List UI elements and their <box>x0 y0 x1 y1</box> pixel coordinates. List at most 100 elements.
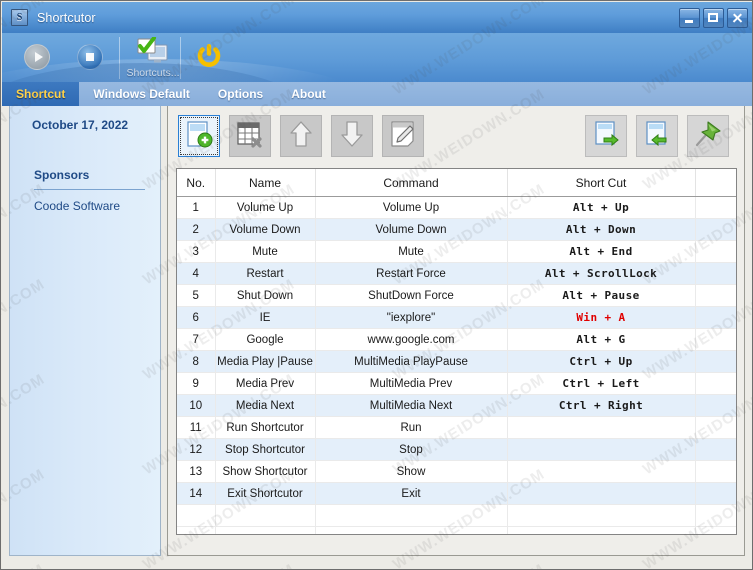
table-row[interactable]: 9 Media Prev MultiMedia Prev Ctrl + Left <box>177 372 736 395</box>
table: No. Name Command Short Cut 1 Volume Up Vol… <box>177 169 736 534</box>
table-row[interactable]: 8 Media Play |Pause MultiMedia PlayPause Ct… <box>177 350 736 373</box>
cell-name: Restart <box>215 262 316 285</box>
cell-empty <box>177 504 216 527</box>
table-row[interactable]: 14 Exit Shortcutor Exit <box>177 482 736 505</box>
power-button[interactable] <box>195 42 223 72</box>
table-row-empty[interactable] <box>177 504 736 527</box>
cell-no: 5 <box>177 284 216 307</box>
arrow-down-icon <box>337 119 367 154</box>
tab-options[interactable]: Options <box>204 82 277 106</box>
column-header-no[interactable]: No. <box>177 169 216 197</box>
cell-name: Volume Up <box>215 196 316 219</box>
cell-shortcut: Ctrl + Up <box>507 350 696 373</box>
sidebar-date: October 17, 2022 <box>32 118 129 132</box>
cell-name: Stop Shortcutor <box>215 438 316 461</box>
table-row[interactable]: 12 Stop Shortcutor Stop <box>177 438 736 461</box>
cell-no: 2 <box>177 218 216 241</box>
cell-command: Show <box>315 460 508 483</box>
cell-command: www.google.com <box>315 328 508 351</box>
ribbon-toolbar: Shortcuts... <box>2 33 752 82</box>
cell-name: Media Play |Pause <box>215 350 316 373</box>
cell-extra <box>695 350 736 373</box>
cell-name: Google <box>215 328 316 351</box>
cell-extra <box>695 218 736 241</box>
table-row[interactable]: 11 Run Shortcutor Run <box>177 416 736 439</box>
table-row[interactable]: 3 Mute Mute Alt + End <box>177 240 736 263</box>
cell-command: Restart Force <box>315 262 508 285</box>
cell-shortcut: Alt + Pause <box>507 284 696 307</box>
cell-no: 9 <box>177 372 216 395</box>
move-up-button[interactable] <box>280 115 322 157</box>
cell-no: 13 <box>177 460 216 483</box>
run-button[interactable] <box>24 44 50 72</box>
table-row[interactable]: 7 Google www.google.com Alt + G <box>177 328 736 351</box>
cell-command: Volume Down <box>315 218 508 241</box>
cell-command: MultiMedia Prev <box>315 372 508 395</box>
new-page-plus-icon <box>184 119 214 154</box>
move-down-button[interactable] <box>331 115 373 157</box>
table-header-row: No. Name Command Short Cut <box>177 169 736 197</box>
cell-command: Exit <box>315 482 508 505</box>
cell-extra <box>695 240 736 263</box>
cell-empty <box>215 526 316 534</box>
cell-no: 12 <box>177 438 216 461</box>
export-button[interactable] <box>585 115 627 157</box>
cell-no: 3 <box>177 240 216 263</box>
table-row[interactable]: 13 Show Shortcutor Show <box>177 460 736 483</box>
cell-empty <box>695 504 736 527</box>
import-button[interactable] <box>636 115 678 157</box>
table-row[interactable]: 4 Restart Restart Force Alt + ScrollLock <box>177 262 736 285</box>
cell-command: MultiMedia PlayPause <box>315 350 508 373</box>
cell-empty <box>507 526 696 534</box>
pin-button[interactable] <box>687 115 729 157</box>
table-row-empty[interactable] <box>177 526 736 534</box>
window-title: Shortcutor <box>37 10 96 25</box>
cell-extra <box>695 284 736 307</box>
close-button[interactable] <box>727 8 748 28</box>
title-bar: S Shortcutor <box>2 2 752 33</box>
cell-shortcut: Ctrl + Left <box>507 372 696 395</box>
cell-shortcut: Alt + G <box>507 328 696 351</box>
cell-shortcut: Alt + ScrollLock <box>507 262 696 285</box>
cell-extra <box>695 196 736 219</box>
column-header-name[interactable]: Name <box>215 169 316 197</box>
table-row[interactable]: 6 IE "iexplore" Win + A <box>177 306 736 329</box>
cell-command: Stop <box>315 438 508 461</box>
cell-extra <box>695 306 736 329</box>
cell-empty <box>315 526 508 534</box>
tab-windows-default[interactable]: Windows Default <box>79 82 204 106</box>
cell-shortcut: Alt + End <box>507 240 696 263</box>
cell-command: Volume Up <box>315 196 508 219</box>
stop-icon <box>77 44 103 70</box>
table-row[interactable]: 10 Media Next MultiMedia Next Ctrl + Right <box>177 394 736 417</box>
cell-extra <box>695 372 736 395</box>
table-row[interactable]: 2 Volume Down Volume Down Alt + Down <box>177 218 736 241</box>
table-row[interactable]: 5 Shut Down ShutDown Force Alt + Pause <box>177 284 736 307</box>
minimize-button[interactable] <box>679 8 700 28</box>
column-header-shortcut[interactable]: Short Cut <box>507 169 696 197</box>
table-row[interactable]: 1 Volume Up Volume Up Alt + Up <box>177 196 736 219</box>
maximize-button[interactable] <box>703 8 724 28</box>
application-window: S Shortcutor Shortcuts... Shortcut Windo… <box>0 0 753 570</box>
column-header-extra[interactable] <box>695 169 736 197</box>
cell-command: MultiMedia Next <box>315 394 508 417</box>
shortcuts-button[interactable]: Shortcuts... <box>126 36 180 79</box>
cell-command: Mute <box>315 240 508 263</box>
content-area: October 17, 2022 Sponsors Coode Software <box>2 106 752 569</box>
column-header-command[interactable]: Command <box>315 169 508 197</box>
shortcut-table[interactable]: No. Name Command Short Cut 1 Volume Up Vol… <box>176 168 737 535</box>
edit-shortcut-button[interactable] <box>382 115 424 157</box>
tab-shortcut[interactable]: Shortcut <box>2 82 80 106</box>
add-shortcut-button[interactable] <box>178 115 220 157</box>
pushpin-icon <box>693 119 723 154</box>
cell-name: IE <box>215 306 316 329</box>
cell-shortcut: Alt + Down <box>507 218 696 241</box>
sidebar-sponsors-heading: Sponsors <box>34 168 90 182</box>
delete-shortcut-button[interactable] <box>229 115 271 157</box>
cell-shortcut <box>507 416 696 439</box>
cell-extra <box>695 262 736 285</box>
sidebar-sponsor-link[interactable]: Coode Software <box>34 199 120 213</box>
tab-about[interactable]: About <box>277 82 340 106</box>
stop-button[interactable] <box>77 44 103 72</box>
shortcut-toolbar <box>168 106 744 166</box>
